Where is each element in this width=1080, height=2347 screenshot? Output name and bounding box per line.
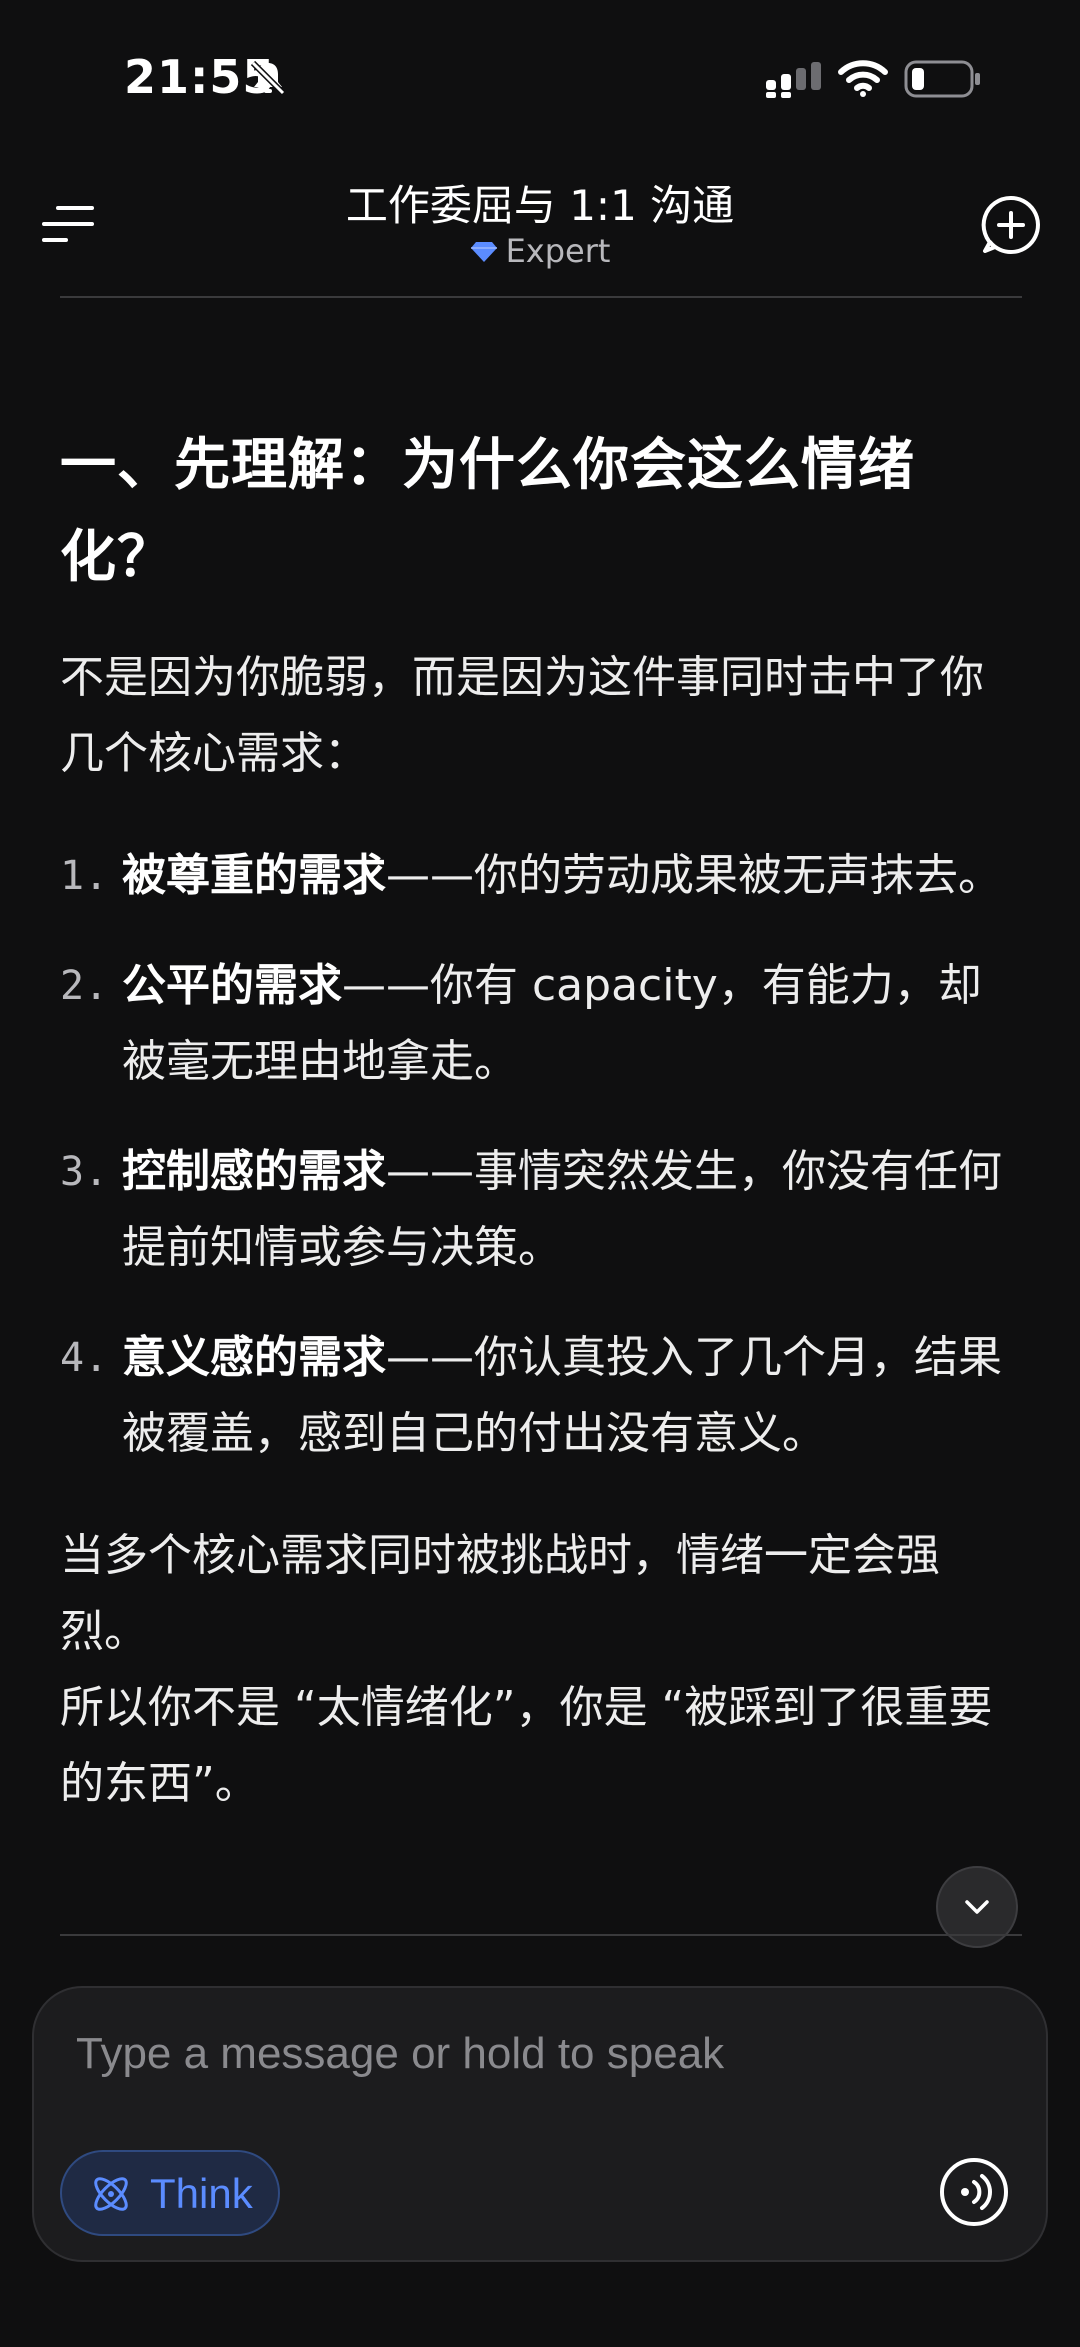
section-heading: 一、先理解：为什么你会这么情绪化？	[60, 433, 915, 590]
need-title: 公平的需求	[122, 960, 342, 1011]
diamond-icon	[470, 242, 497, 262]
status-bar: 21:55	[0, 0, 1080, 150]
need-title: 控制感的需求	[122, 1146, 386, 1197]
list-number: 4.	[60, 1335, 109, 1381]
battery-low-icon	[904, 60, 980, 98]
need-text: ——你的劳动成果被无声抹去。	[386, 850, 1002, 901]
assistant-message: 一、先理解：为什么你会这么情绪化？ 不是因为你脆弱，而是因为这件事同时击中了你几…	[60, 420, 1022, 1822]
list-item: 1. 被尊重的需求——你的劳动成果被无声抹去。	[60, 838, 1022, 914]
think-toggle-button[interactable]: Think	[60, 2150, 280, 2236]
atom-icon	[94, 2177, 128, 2211]
list-item: 2. 公平的需求——你有 capacity，有能力，却被毫无理由地拿走。	[60, 948, 1022, 1100]
chevron-down-icon	[965, 1900, 989, 1914]
list-item: 3. 控制感的需求——事情突然发生，你没有任何提前知情或参与决策。	[60, 1134, 1022, 1286]
summary-line-2: 所以你不是 “太情绪化”，你是 “被踩到了很重要的东西”。	[60, 1682, 993, 1809]
voice-mode-icon[interactable]	[938, 2156, 1010, 2228]
header-divider	[60, 296, 1022, 298]
needs-list: 1. 被尊重的需求——你的劳动成果被无声抹去。 2. 公平的需求——你有 capac…	[60, 838, 1022, 1472]
think-label: Think	[150, 2170, 253, 2217]
signal-icon	[766, 62, 821, 98]
message-composer: Think	[32, 1986, 1048, 2262]
model-badge[interactable]: Expert	[240, 232, 840, 270]
content-divider	[60, 1934, 1022, 1936]
new-chat-icon[interactable]	[980, 194, 1042, 256]
need-title: 意义感的需求	[122, 1332, 386, 1383]
intro-paragraph: 不是因为你脆弱，而是因为这件事同时击中了你几个核心需求：	[60, 652, 984, 779]
list-number: 2.	[60, 963, 109, 1009]
summary-line-1: 当多个核心需求同时被挑战时，情绪一定会强烈。	[60, 1530, 940, 1657]
list-number: 3.	[60, 1149, 109, 1195]
model-label: Expert	[505, 232, 611, 270]
menu-icon[interactable]	[40, 202, 96, 246]
wifi-icon	[838, 60, 888, 97]
chat-title: 工作委屈与 1:1 沟通	[345, 181, 735, 230]
chat-header: 工作委屈与 1:1 沟通 Expert	[0, 160, 1080, 298]
list-number: 1.	[60, 853, 109, 899]
bell-slash-icon	[250, 60, 286, 96]
need-title: 被尊重的需求	[122, 850, 386, 901]
message-input[interactable]	[74, 2018, 978, 2090]
list-item: 4. 意义感的需求——你认真投入了几个月，结果被覆盖，感到自己的付出没有意义。	[60, 1320, 1022, 1472]
summary-paragraph: 当多个核心需求同时被挑战时，情绪一定会强烈。 所以你不是 “太情绪化”，你是 “…	[60, 1518, 1022, 1822]
